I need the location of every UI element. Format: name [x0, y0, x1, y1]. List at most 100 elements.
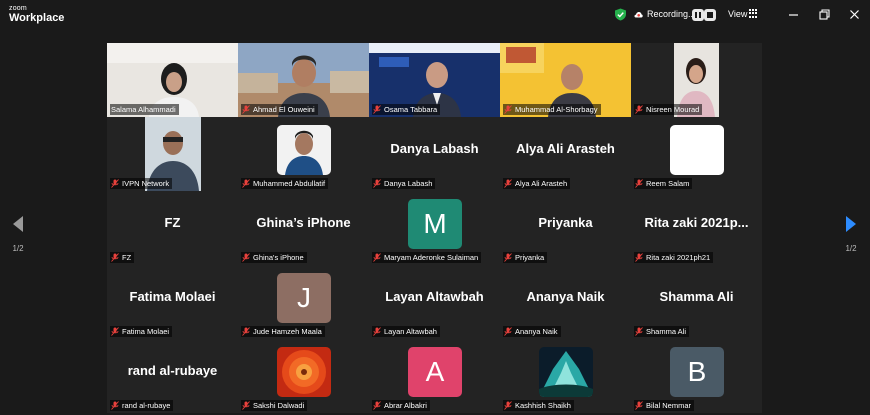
title-bar: zoom Workplace Recording... View [0, 0, 870, 30]
participant-tile[interactable]: Ananya Naik Ananya Naik [500, 265, 631, 339]
grid-view-icon[interactable] [749, 9, 758, 18]
participant-name: Shamma Ali [646, 327, 687, 336]
shield-icon[interactable] [614, 8, 627, 21]
muted-mic-icon [111, 401, 119, 410]
participant-name-label: Abrar Albakri [372, 400, 430, 411]
muted-mic-icon [373, 179, 381, 188]
pause-recording-button[interactable] [692, 9, 704, 21]
participant-tile[interactable]: Shamma Ali Shamma Ali [631, 265, 762, 339]
app-logo: zoom Workplace [9, 5, 64, 24]
participant-name-label: Ghina's iPhone [241, 252, 307, 263]
profile-photo [277, 125, 331, 175]
participant-name-label: Nisreen Mourad [634, 104, 703, 115]
participant-name-label: Sakshi Dalwadi [241, 400, 308, 411]
zoom-meeting-window: zoom Workplace Recording... View 1/2 1/2 [0, 0, 870, 415]
participant-tile[interactable]: Fatima Molaei Fatima Molaei [107, 265, 238, 339]
view-button[interactable]: View [728, 9, 747, 19]
participant-name-label: FZ [110, 252, 135, 263]
muted-mic-icon [111, 253, 119, 262]
participant-tile[interactable]: B Bilal Nemmar [631, 339, 762, 413]
participant-display-name: Priyanka [538, 215, 593, 230]
muted-mic-icon [504, 179, 512, 188]
participant-tile[interactable]: IVPN Network [107, 117, 238, 191]
participant-name-label: Maryam Aderonke Sulaiman [372, 252, 482, 263]
avatar: J [277, 273, 331, 323]
participant-tile[interactable]: Salama Alhammadi [107, 43, 238, 117]
participant-name: Ahmad El Ouweini [253, 105, 315, 114]
muted-mic-icon [504, 401, 512, 410]
participant-tile[interactable]: Reem Salam [631, 117, 762, 191]
participant-tile[interactable]: A Abrar Albakri [369, 339, 500, 413]
participant-name-label: rand al-rubaye [110, 400, 174, 411]
muted-mic-icon [242, 327, 250, 336]
restore-icon[interactable] [818, 8, 831, 21]
participant-tile[interactable]: Sakshi Dalwadi [238, 339, 369, 413]
muted-mic-icon [635, 105, 643, 114]
participant-name: Osama Tabbara [384, 105, 438, 114]
next-page-button[interactable]: 1/2 [841, 215, 861, 253]
participant-name-label: Bilal Nemmar [634, 400, 695, 411]
participant-name: Abrar Albakri [384, 401, 427, 410]
participant-name: Bilal Nemmar [646, 401, 692, 410]
close-icon[interactable] [848, 8, 861, 21]
muted-mic-icon [242, 105, 250, 114]
muted-mic-icon [373, 401, 381, 410]
participant-tile[interactable]: Danya Labash Danya Labash [369, 117, 500, 191]
avatar: A [408, 347, 462, 397]
participant-display-name: Danya Labash [390, 141, 479, 156]
participant-tile[interactable]: Priyanka Priyanka [500, 191, 631, 265]
participant-tile[interactable]: Nisreen Mourad [631, 43, 762, 117]
participant-display-name: Ananya Naik [526, 289, 605, 304]
participant-display-name: rand al-rubaye [127, 363, 218, 378]
participant-tile[interactable]: M Maryam Aderonke Sulaiman [369, 191, 500, 265]
participant-tile[interactable]: Muhammed Abdullatif [238, 117, 369, 191]
participant-name-label: IVPN Network [110, 178, 173, 189]
participant-tile[interactable]: Alya Ali Arasteh Alya Ali Arasteh [500, 117, 631, 191]
participant-name: Sakshi Dalwadi [253, 401, 305, 410]
participant-name-label: Fatima Molaei [110, 326, 173, 337]
participant-name: Alya Ali Arasteh [515, 179, 568, 188]
participant-tile[interactable]: Kashhish Shaikh [500, 339, 631, 413]
page-indicator-right: 1/2 [845, 244, 857, 253]
stop-recording-button[interactable] [704, 9, 716, 21]
muted-mic-icon [635, 179, 643, 188]
participant-name: Muhammed Abdullatif [253, 179, 326, 188]
participant-tile[interactable]: Muhammad Al-Shorbagy [500, 43, 631, 117]
participant-tile[interactable]: Ghina’s iPhone Ghina's iPhone [238, 191, 369, 265]
participant-tile[interactable]: rand al-rubaye rand al-rubaye [107, 339, 238, 413]
participant-tile[interactable]: Layan Altawbah Layan Altawbah [369, 265, 500, 339]
profile-photo [277, 347, 331, 397]
muted-mic-icon [242, 401, 250, 410]
participant-display-name: Rita zaki 2021p... [644, 215, 749, 230]
participant-tile[interactable]: FZ FZ [107, 191, 238, 265]
cloud-record-icon [634, 12, 643, 18]
arrow-left-icon [13, 216, 23, 232]
previous-page-button[interactable]: 1/2 [8, 215, 28, 253]
participant-name-label: Jude Hamzeh Maala [241, 326, 325, 337]
participant-display-name: Layan Altawbah [385, 289, 484, 304]
muted-mic-icon [373, 327, 381, 336]
participant-name: Danya Labash [384, 179, 433, 188]
muted-mic-icon [111, 179, 119, 188]
participant-tile[interactable]: Ahmad El Ouweini [238, 43, 369, 117]
participant-name: Rita zaki 2021ph21 [646, 253, 711, 262]
participant-name-label: Rita zaki 2021ph21 [634, 252, 714, 263]
participant-name: Jude Hamzeh Maala [253, 327, 322, 336]
participant-tile[interactable]: Rita zaki 2021p... Rita zaki 2021ph21 [631, 191, 762, 265]
participant-name: Fatima Molaei [122, 327, 170, 336]
participant-name-label: Ananya Naik [503, 326, 561, 337]
participant-name-label: Shamma Ali [634, 326, 690, 337]
muted-mic-icon [635, 327, 643, 336]
participant-name-label: Priyanka [503, 252, 548, 263]
participant-display-name: Alya Ali Arasteh [516, 141, 615, 156]
minimize-icon[interactable] [787, 8, 800, 21]
muted-mic-icon [373, 105, 381, 114]
avatar: M [408, 199, 462, 249]
muted-mic-icon [635, 401, 643, 410]
participant-name: Reem Salam [646, 179, 690, 188]
participant-tile[interactable]: J Jude Hamzeh Maala [238, 265, 369, 339]
participant-tile[interactable]: Osama Tabbara [369, 43, 500, 117]
participant-name: Nisreen Mourad [646, 105, 700, 114]
participant-grid: Salama Alhammadi Ahmad El Ouweini Osama … [107, 43, 762, 413]
page-indicator-left: 1/2 [12, 244, 24, 253]
